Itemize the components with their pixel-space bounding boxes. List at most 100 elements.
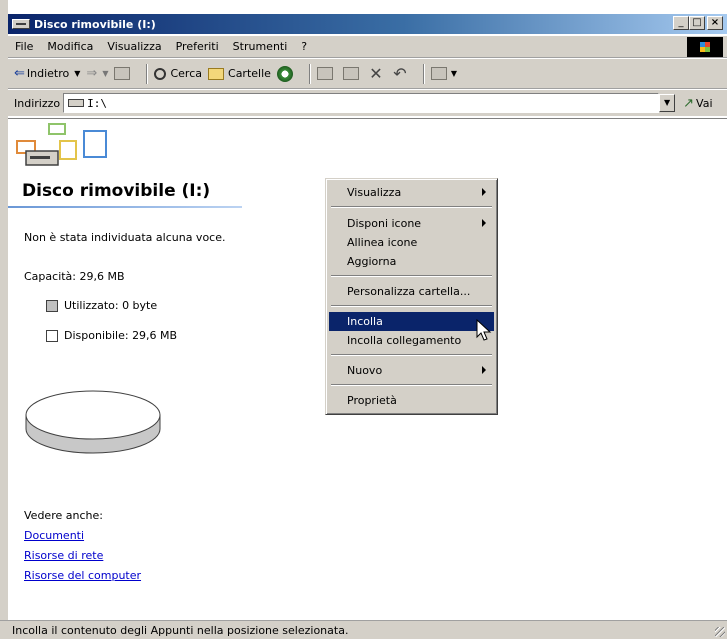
context-menu: Visualizza Disponi icone Allinea icone A… [325,178,498,415]
page-heading: Disco rimovibile (I:) [22,181,211,201]
back-button[interactable]: ⇐ Indietro ▼ [14,66,80,81]
copy-to-button[interactable] [342,67,363,80]
back-arrow-icon: ⇐ [14,66,25,81]
menu-file[interactable]: File [8,40,40,53]
go-button[interactable]: ↗ Vai [683,96,712,111]
drive-icon [68,99,85,107]
web-view-panel: Disco rimovibile (I:) Non è stata indivi… [8,119,248,618]
menu-item-disponi-icone[interactable]: Disponi icone [329,214,494,233]
address-value: I:\ [87,96,107,110]
address-bar: Indirizzo I:\ ▼ ↗ Vai [8,90,727,116]
menu-separator [331,305,492,307]
disk-usage-pie [25,390,161,454]
undo-icon: ↶ [393,63,407,83]
menu-preferiti[interactable]: Preferiti [169,40,226,53]
address-dropdown-button[interactable]: ▼ [659,94,676,112]
menu-item-incolla-collegamento[interactable]: Incolla collegamento [329,331,494,350]
menu-item-nuovo[interactable]: Nuovo [329,361,494,380]
empty-folder-note: Non è stata individuata alcuna voce. [24,231,226,244]
menu-item-aggiorna[interactable]: Aggiorna [329,252,494,271]
up-folder-button[interactable] [114,67,134,80]
menu-item-personalizza-cartella[interactable]: Personalizza cartella... [329,282,494,301]
menu-item-proprieta[interactable]: Proprietà [329,391,494,410]
back-label: Indietro [26,67,70,80]
menu-separator [331,354,492,356]
submenu-arrow-icon [482,219,486,227]
copy-to-icon [342,67,359,80]
up-folder-icon [114,67,131,80]
forward-button[interactable]: ⇒ ▼ [86,66,108,81]
heading-underline [8,206,242,208]
mouse-pointer-icon [476,319,492,341]
views-icon [430,67,447,80]
removable-disk-banner-icon [16,123,107,166]
menu-item-label: Incolla [347,315,383,328]
link-risorse-di-rete[interactable]: Risorse di rete [24,549,103,562]
history-button[interactable] [276,65,297,82]
submenu-arrow-icon [482,366,486,374]
menu-item-label: Aggiorna [347,255,397,268]
window-frame-left [0,0,8,620]
caption-buttons: _ □ × [673,16,723,30]
views-dropdown-icon[interactable]: ▼ [451,69,457,78]
back-dropdown-icon[interactable]: ▼ [74,69,80,78]
status-text: Incolla il contenuto degli Appunti nella… [12,623,349,637]
menu-bar: File Modifica Visualizza Preferiti Strum… [8,36,727,58]
menu-separator [331,384,492,386]
forward-dropdown-icon[interactable]: ▼ [102,69,108,78]
free-text: Disponibile: 29,6 MB [64,329,178,342]
used-swatch [46,299,58,312]
folders-label: Cartelle [228,67,271,80]
forward-arrow-icon: ⇒ [86,66,98,81]
address-input[interactable]: I:\ [63,93,660,113]
free-legend: Disponibile: 29,6 MB [46,329,177,342]
close-button[interactable]: × [707,16,723,30]
minimize-button[interactable]: _ [673,16,689,30]
menu-visualizza[interactable]: Visualizza [100,40,168,53]
capacity-text: Capacità: 29,6 MB [24,270,125,283]
views-button[interactable]: ▼ [430,67,457,80]
window-title: Disco rimovibile (I:) [34,17,156,31]
menu-item-label: Proprietà [347,394,397,407]
toolbar-separator [146,63,149,84]
undo-button[interactable]: ↶ [393,63,411,83]
delete-button[interactable]: ✕ [369,65,387,82]
menu-separator [331,206,492,208]
menu-item-label: Personalizza cartella... [347,285,471,298]
folders-icon [208,67,225,80]
menu-item-label: Allinea icone [347,236,418,249]
go-arrow-icon: ↗ [683,95,695,111]
menu-strumenti[interactable]: Strumenti [226,40,295,53]
menu-item-label: Incolla collegamento [347,334,462,347]
menu-item-visualizza[interactable]: Visualizza [329,183,494,202]
resize-grip-icon[interactable] [715,627,725,637]
menu-modifica[interactable]: Modifica [40,40,100,53]
menu-item-label: Disponi icone [347,217,422,230]
menu-item-label: Visualizza [347,186,402,199]
address-label: Indirizzo [14,96,61,110]
standard-toolbar: ⇐ Indietro ▼ ⇒ ▼ Cerca Cartelle ✕ ↶ ▼ [8,59,727,89]
link-risorse-del-computer[interactable]: Risorse del computer [24,569,141,582]
search-icon [154,67,167,80]
title-bar[interactable]: Disco rimovibile (I:) _ □ × [8,14,727,34]
free-swatch [46,329,58,342]
maximize-button[interactable]: □ [689,16,705,30]
menu-item-allinea-icone[interactable]: Allinea icone [329,233,494,252]
removable-drive-icon [12,19,30,29]
windows-logo-icon [687,37,723,57]
menu-help[interactable]: ? [294,40,314,53]
go-label: Vai [696,96,713,110]
status-bar: Incolla il contenuto degli Appunti nella… [0,620,727,639]
used-legend: Utilizzato: 0 byte [46,299,157,312]
toolbar-separator [422,63,425,84]
used-text: Utilizzato: 0 byte [64,299,158,312]
submenu-arrow-icon [482,188,486,196]
menu-item-incolla[interactable]: Incolla [329,312,494,331]
menu-separator [331,275,492,277]
folders-button[interactable]: Cartelle [208,67,271,80]
move-to-button[interactable] [316,67,337,80]
see-also-label: Vedere anche: [24,509,103,522]
search-button[interactable]: Cerca [154,67,202,80]
link-documenti[interactable]: Documenti [24,529,84,542]
toolbar-separator [308,63,311,84]
